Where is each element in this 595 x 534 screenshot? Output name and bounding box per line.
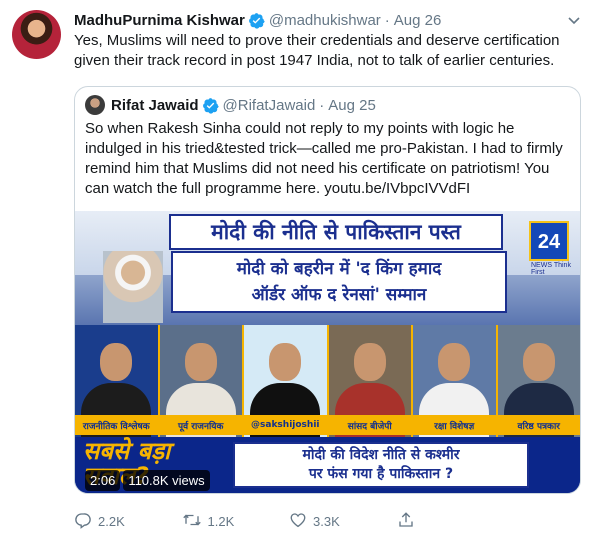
panelist-face <box>269 343 302 381</box>
video-duration: 2:06 <box>85 470 121 491</box>
channel-logo-subtitle: NEWS Think First <box>531 262 580 276</box>
share-button[interactable] <box>397 511 505 532</box>
verified-badge-icon <box>202 97 219 114</box>
channel-logo-text: 24 <box>537 231 561 253</box>
panelist: @sakshijoshii <box>244 325 329 437</box>
verified-badge-icon <box>248 12 265 29</box>
video-inset-photo <box>103 251 163 323</box>
video-player[interactable]: मोदी की नीति से पाकिस्तान पस्त 24 NEWS T… <box>75 211 580 493</box>
share-icon <box>397 511 421 532</box>
tweet-date[interactable]: Aug 26 <box>394 12 442 29</box>
segment-line-1: सबसे बड़ा <box>83 437 171 465</box>
retweet-icon <box>182 511 208 532</box>
ticker-line-1: मोदी की विदेश नीति से कश्मीर <box>302 447 460 463</box>
panelist-caption: @sakshijoshii <box>244 415 327 435</box>
panelist-face <box>522 343 555 381</box>
quoted-tweet-text: So when Rakesh Sinha could not reply to … <box>85 120 563 197</box>
quoted-tweet[interactable]: Rifat Jawaid @RifatJawaid · Aug 25 So wh… <box>74 86 581 494</box>
panelist: राजनीतिक विश्लेषक <box>75 325 160 437</box>
reply-count: 2.2K <box>98 513 125 529</box>
quoted-tweet-header: Rifat Jawaid @RifatJawaid · Aug 25 <box>111 95 376 115</box>
tweet: MadhuPurnima Kishwar @madhukishwar · Aug… <box>0 0 595 534</box>
subheadline-line-1: मोदी को बहरीन में 'द किंग हमाद <box>236 259 442 279</box>
subheadline-line-2: ऑर्डर ऑफ द रेनसां' सम्मान <box>251 285 427 305</box>
reply-button[interactable]: 2.2K <box>74 511 182 532</box>
author-avatar[interactable] <box>12 10 61 59</box>
panelist: सांसद बीजेपी <box>328 325 413 437</box>
separator-dot: · <box>319 96 325 114</box>
panelist-caption: रक्षा विशेषज्ञ <box>413 415 496 435</box>
tweet-actions: 2.2K 1.2K 3.3K <box>74 511 505 532</box>
panelist-caption: राजनीतिक विश्लेषक <box>75 415 158 435</box>
quoted-author-handle[interactable]: @RifatJawaid <box>223 97 316 114</box>
author-name[interactable]: MadhuPurnima Kishwar <box>74 12 245 29</box>
quoted-tweet-date[interactable]: Aug 25 <box>328 97 376 114</box>
video-subheadline-banner: मोदी को बहरीन में 'द किंग हमाद ऑर्डर ऑफ … <box>171 251 507 313</box>
reply-icon <box>74 511 98 532</box>
panelist-face <box>353 343 386 381</box>
tweet-header: MadhuPurnima Kishwar @madhukishwar · Aug… <box>74 10 441 30</box>
quoted-author-avatar[interactable] <box>85 95 105 115</box>
video-headline-banner: मोदी की नीति से पाकिस्तान पस्त <box>169 214 503 250</box>
video-views: 110.8K views <box>123 470 210 491</box>
channel-tag: NEWS <box>531 262 552 269</box>
panelist-caption: सांसद बीजेपी <box>328 415 411 435</box>
channel-logo: 24 <box>529 221 569 261</box>
heart-icon <box>289 511 313 532</box>
video-panelists: राजनीतिक विश्लेषक पूर्व राजनयिक @sakshij… <box>75 325 580 437</box>
retweet-button[interactable]: 1.2K <box>182 511 290 532</box>
like-button[interactable]: 3.3K <box>289 511 397 532</box>
tweet-text: Yes, Muslims will need to prove their cr… <box>74 32 560 69</box>
panelist-face <box>438 343 471 381</box>
panelist-face <box>100 343 133 381</box>
panelist-caption: पूर्व राजनयिक <box>159 415 242 435</box>
panelist: पूर्व राजनयिक <box>159 325 244 437</box>
author-handle[interactable]: @madhukishwar <box>269 12 381 29</box>
panelist: वरिष्ठ पत्रकार <box>497 325 580 437</box>
panelist: रक्षा विशेषज्ञ <box>413 325 498 437</box>
quoted-author-name[interactable]: Rifat Jawaid <box>111 97 199 114</box>
chevron-down-icon[interactable] <box>566 12 582 28</box>
retweet-count: 1.2K <box>207 513 235 529</box>
panelist-face <box>184 343 217 381</box>
ticker-line-2: पर फंस गया है पाकिस्तान ? <box>308 466 454 482</box>
video-ticker: मोदी की विदेश नीति से कश्मीर पर फंस गया … <box>233 442 529 488</box>
separator-dot: · <box>384 11 390 29</box>
like-count: 3.3K <box>313 513 340 529</box>
panelist-caption: वरिष्ठ पत्रकार <box>497 415 580 435</box>
video-badges: 2:06 110.8K views <box>75 470 210 491</box>
